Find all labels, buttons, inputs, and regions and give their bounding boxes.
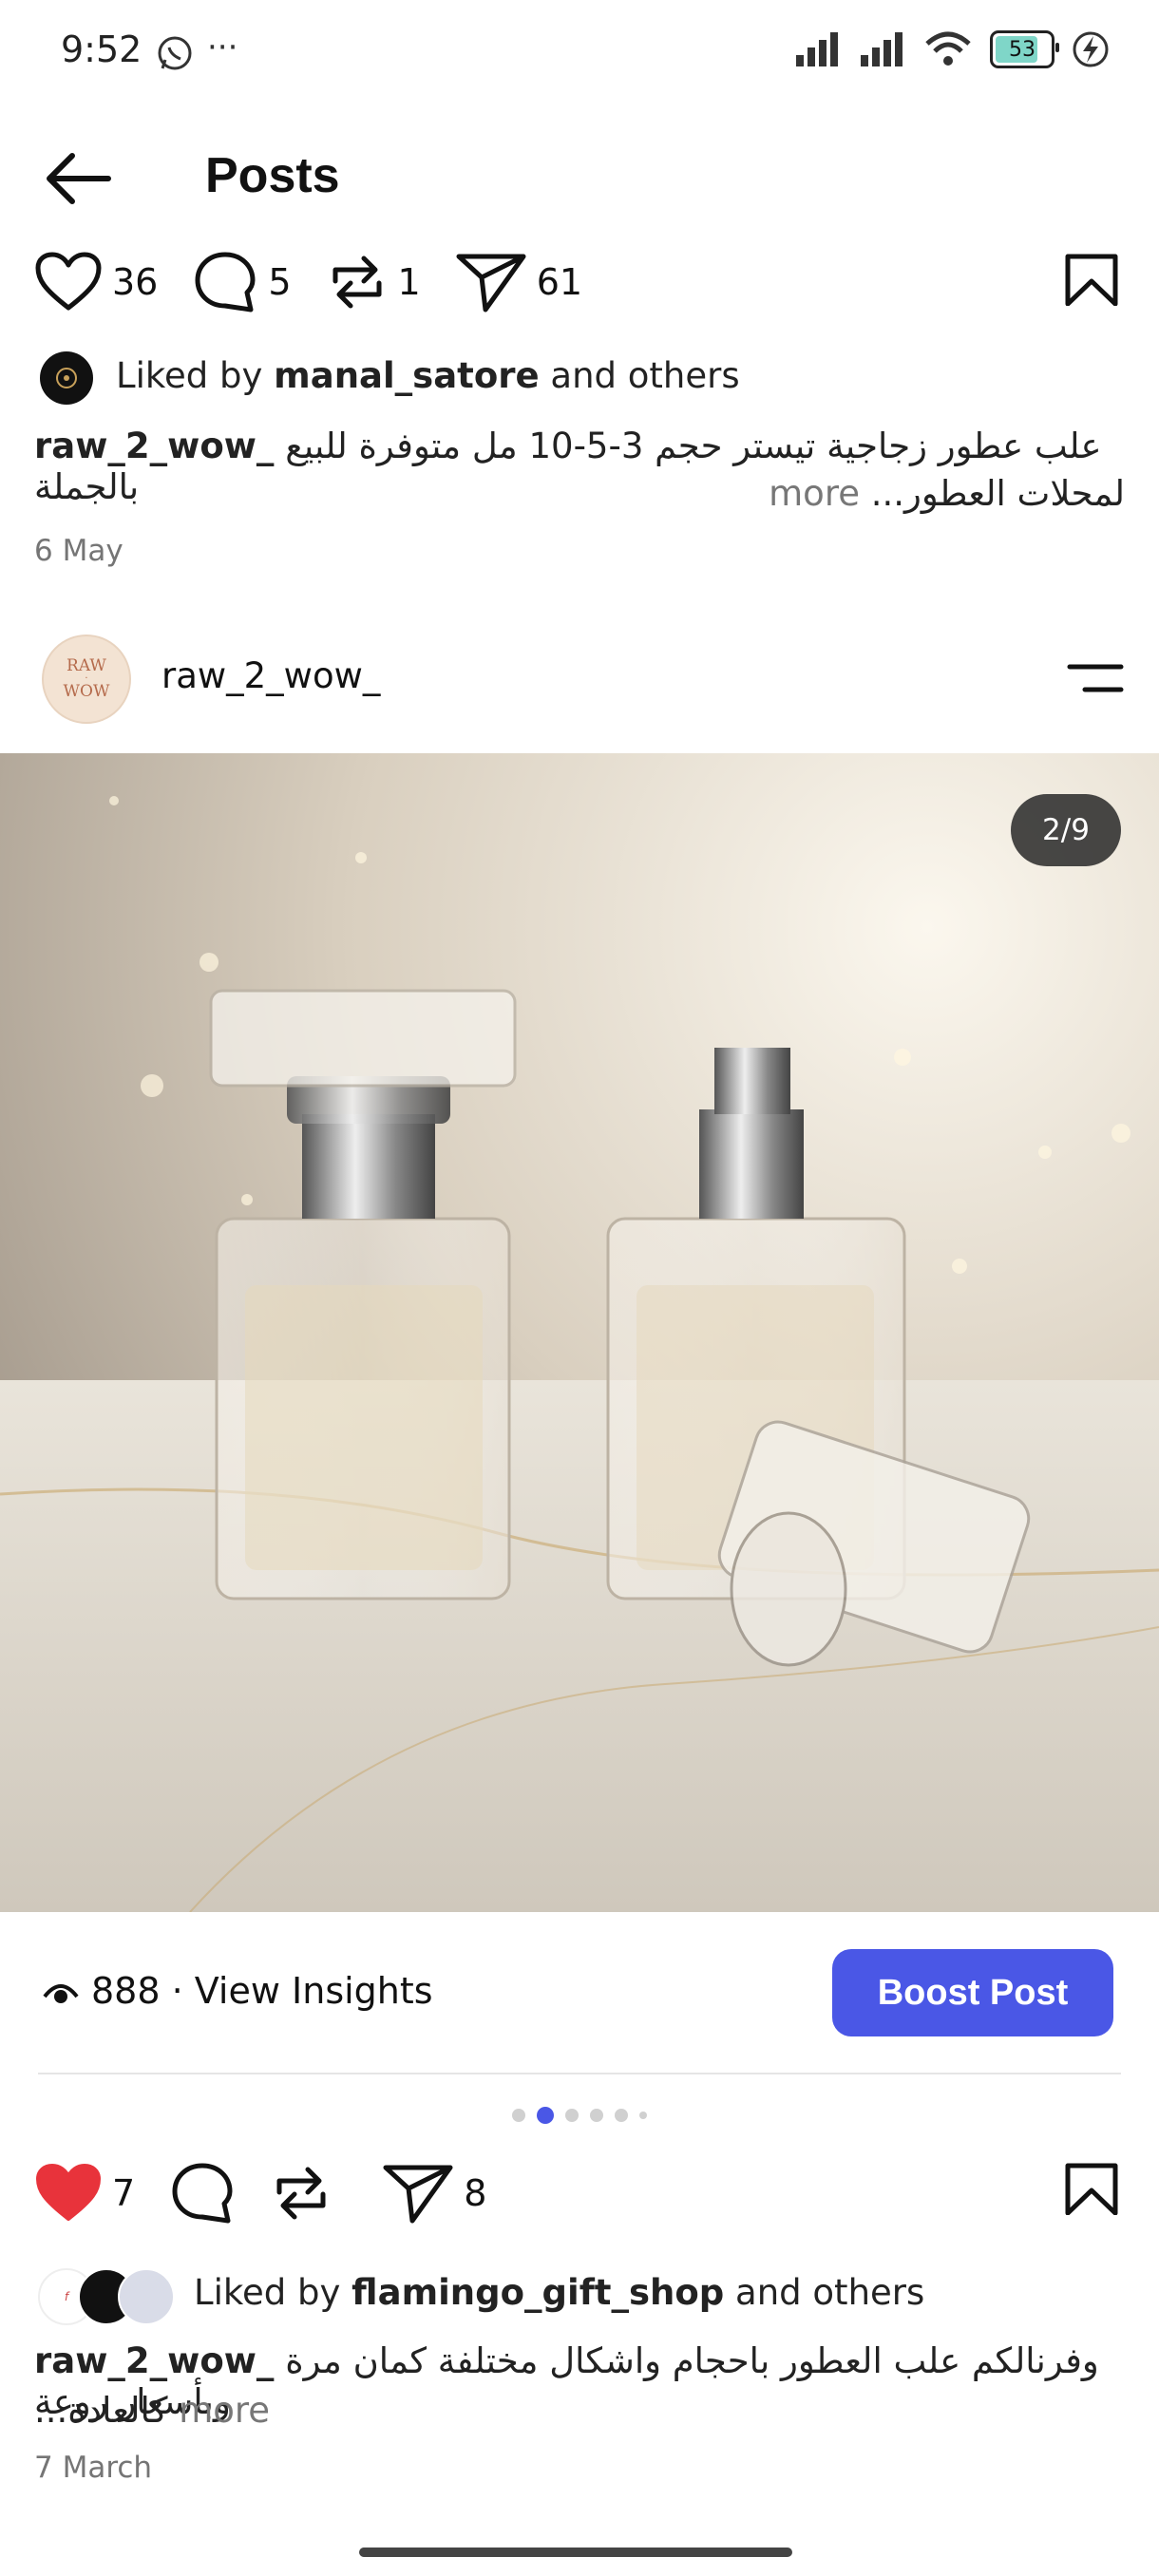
caption-username[interactable]: raw_2_wow_ — [34, 2340, 274, 2381]
heart-icon[interactable] — [34, 251, 103, 313]
liked-by-prefix: Liked by — [116, 355, 263, 396]
avatar-text-bottom: WOW — [63, 682, 110, 701]
whatsapp-icon — [156, 34, 194, 76]
share-icon[interactable] — [455, 251, 527, 313]
liked-by: Liked by manal_satore and others — [116, 355, 740, 396]
heart-icon[interactable] — [34, 2162, 103, 2225]
post-image[interactable] — [0, 753, 1159, 1912]
page-title: Posts — [205, 148, 340, 203]
comment-icon[interactable] — [192, 249, 258, 315]
liker-avatar[interactable] — [40, 351, 93, 405]
post2-actions: 7 8 — [34, 2160, 521, 2226]
post-username[interactable]: raw_2_wow_ — [162, 655, 380, 696]
view-insights[interactable]: 888 · View Insights — [91, 1970, 433, 2012]
profile-avatar[interactable]: RAW · WOW — [42, 635, 131, 724]
bookmark-icon[interactable] — [1064, 2162, 1119, 2215]
status-time: 9:52 — [61, 28, 142, 70]
share-icon[interactable] — [382, 2162, 454, 2225]
back-arrow-icon[interactable] — [42, 148, 114, 209]
status-icons: 53 — [794, 30, 1110, 68]
menu-icon[interactable] — [1066, 661, 1125, 695]
bookmark-icon[interactable] — [1064, 253, 1119, 306]
carousel-dot — [565, 2109, 579, 2122]
share-count: 61 — [536, 261, 583, 303]
liked-by-suffix: and others — [550, 355, 740, 396]
caption-username[interactable]: raw_2_wow_ — [34, 426, 274, 466]
like-count: 7 — [112, 2172, 136, 2214]
post1-actions: 36 5 1 61 — [34, 249, 617, 315]
post1-date: 6 May — [34, 534, 124, 568]
share-count: 8 — [464, 2172, 487, 2214]
boost-post-button[interactable]: Boost Post — [832, 1949, 1113, 2036]
caption-text-2: لمحلات العطور... — [870, 473, 1125, 514]
more-notifications-icon: ··· — [207, 28, 238, 66]
charging-icon — [1073, 31, 1109, 67]
like-count: 36 — [112, 261, 159, 303]
signal-icon — [796, 32, 838, 66]
battery-icon: 53 — [990, 30, 1059, 68]
battery-level: 53 — [1009, 37, 1036, 62]
comment-icon[interactable] — [169, 2160, 236, 2226]
carousel-dot — [615, 2109, 628, 2122]
post1-caption-line2: more لمحلات العطور... — [769, 473, 1125, 514]
carousel-indicator — [0, 2107, 1159, 2124]
liked-by-user[interactable]: manal_satore — [274, 355, 539, 396]
carousel-dot — [512, 2109, 525, 2122]
liked-by-suffix: and others — [735, 2272, 925, 2313]
caption-more-link[interactable]: more — [769, 473, 860, 514]
carousel-dot — [590, 2109, 603, 2122]
repost-icon[interactable] — [270, 2160, 332, 2226]
liked-by-prefix: Liked by — [194, 2272, 341, 2313]
post2-date: 7 March — [34, 2451, 153, 2485]
signal-icon-2 — [861, 32, 902, 66]
caption-text-2: كالعادة... — [34, 2390, 168, 2431]
liker-avatar-3[interactable] — [118, 2268, 175, 2325]
home-indicator[interactable] — [359, 2548, 792, 2557]
image-counter: 2/9 — [1011, 794, 1121, 866]
wifi-icon — [925, 31, 971, 66]
liked-by-user[interactable]: flamingo_gift_shop — [352, 2272, 724, 2313]
eye-icon — [43, 1984, 79, 2003]
repost-count: 1 — [397, 261, 421, 303]
liked-by: Liked by flamingo_gift_shop and others — [194, 2272, 924, 2313]
caption-more-link[interactable]: more — [179, 2390, 270, 2431]
comment-count: 5 — [268, 261, 292, 303]
avatar-text-top: RAW — [66, 656, 106, 675]
carousel-dot — [639, 2112, 647, 2119]
repost-icon[interactable] — [326, 249, 389, 315]
carousel-dot-active — [537, 2107, 554, 2124]
divider — [38, 2073, 1121, 2074]
post2-caption-line2: كالعادة... more — [34, 2390, 270, 2431]
